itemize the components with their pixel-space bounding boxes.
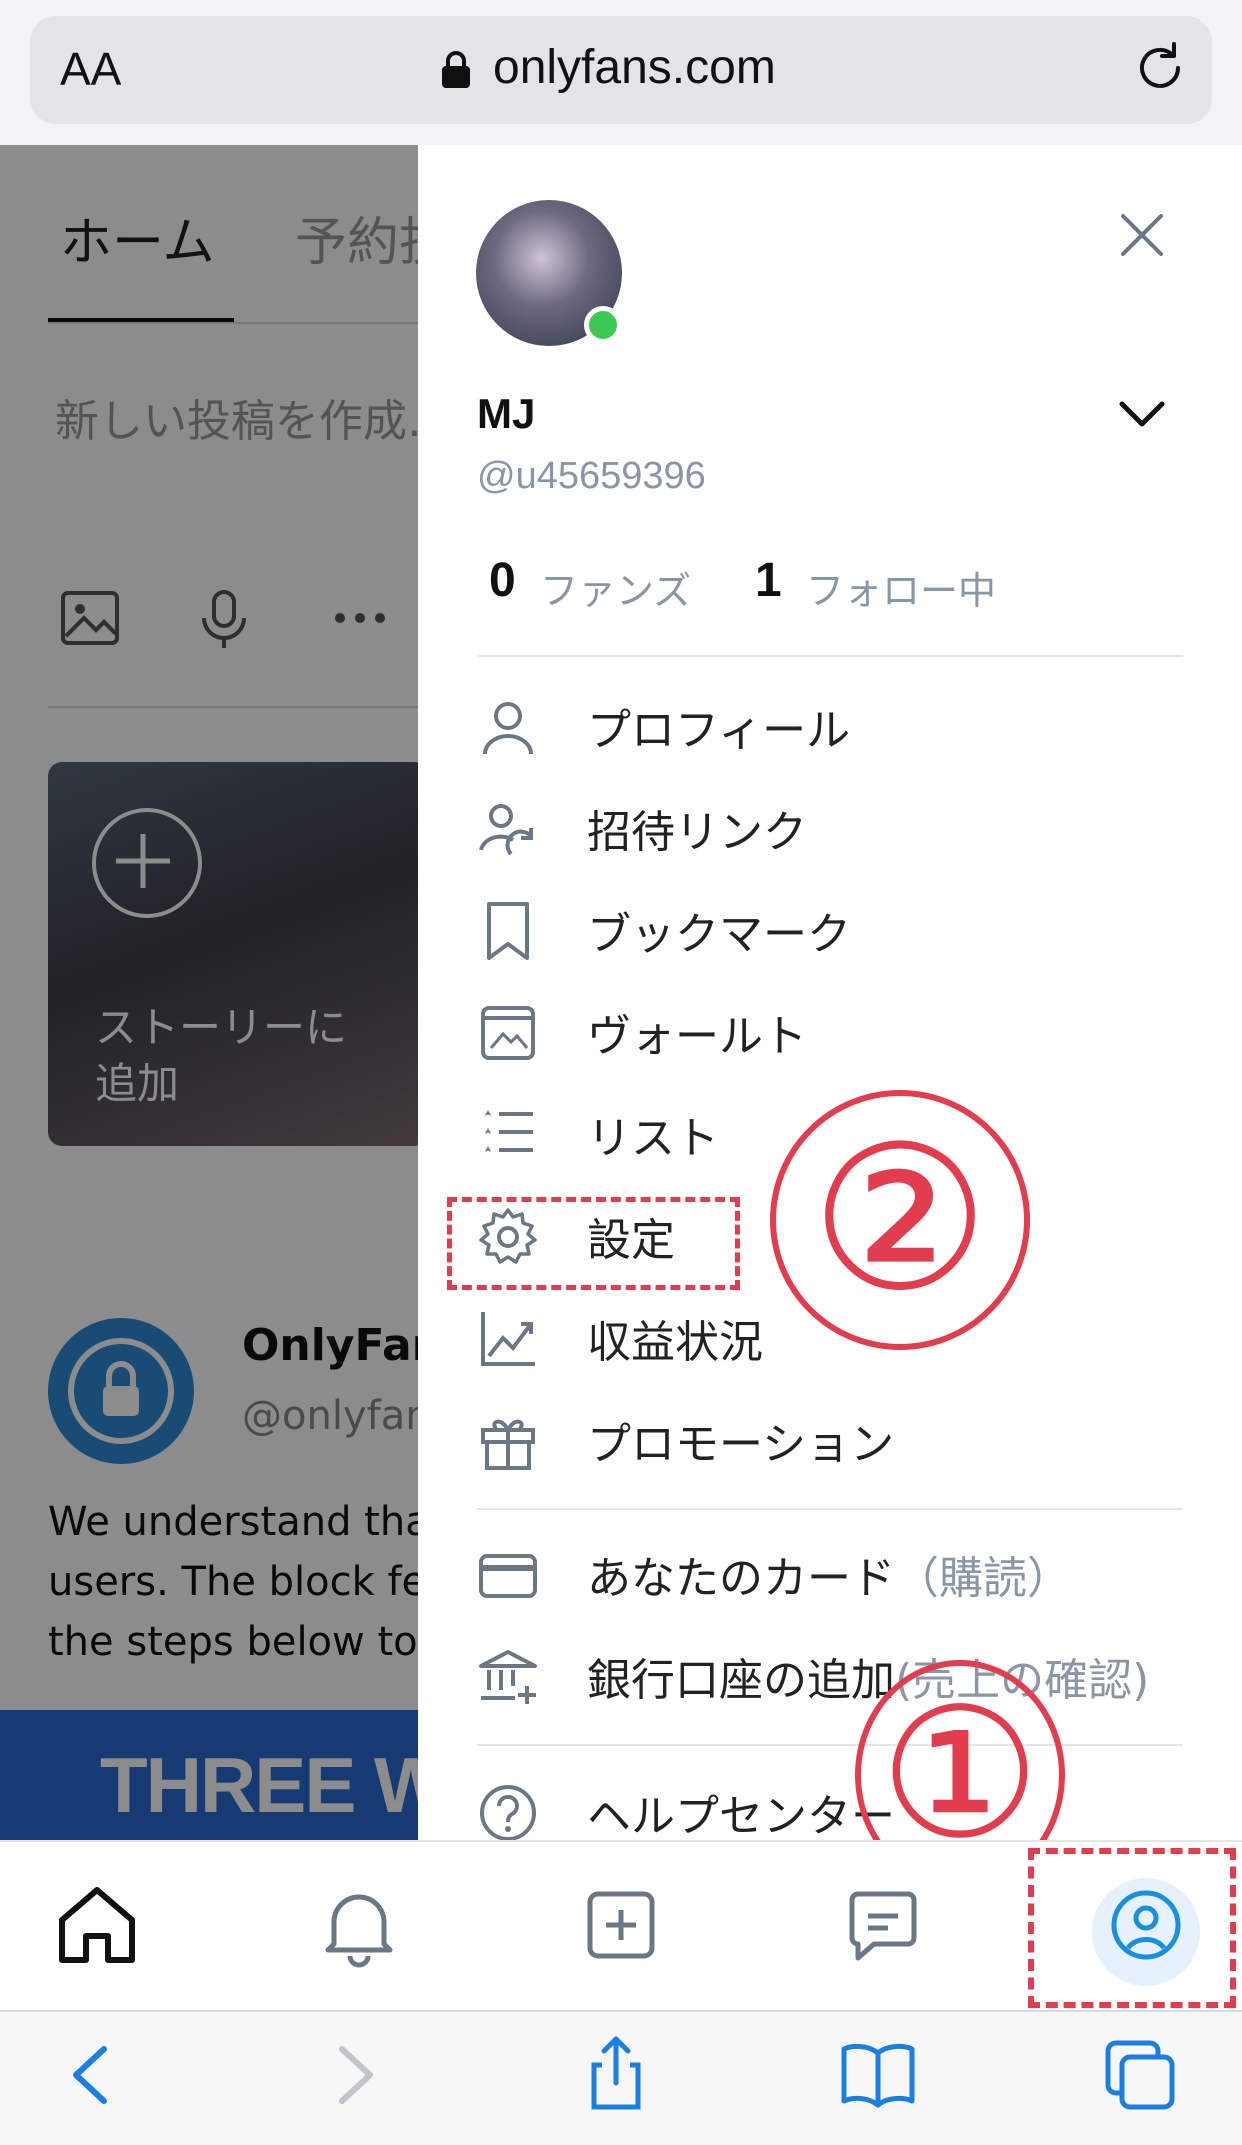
- bookmark-icon: [487, 902, 529, 960]
- back-icon[interactable]: [52, 2035, 132, 2115]
- menu-item-label: ヘルプセンター: [587, 1791, 895, 1842]
- forward-icon[interactable]: [314, 2035, 394, 2115]
- text-size-label: AA: [60, 43, 122, 95]
- bank-label: 銀行口座の追加: [587, 1655, 895, 1706]
- following-label[interactable]: フォロー中: [806, 560, 996, 615]
- annotation-box-settings: [447, 1197, 740, 1290]
- profile-name[interactable]: MJ: [477, 390, 535, 438]
- overlay-scrim[interactable]: [0, 145, 420, 1840]
- add-post-icon[interactable]: [576, 1880, 666, 1970]
- lock-icon: [442, 51, 470, 88]
- menu-item-invite-link[interactable]: 招待リンク: [477, 788, 1197, 868]
- menu-item-your-cards[interactable]: あなたのカード（購読）: [477, 1534, 1197, 1614]
- following-count[interactable]: 1: [755, 553, 782, 608]
- chart-icon: [481, 1312, 535, 1366]
- divider: [477, 1744, 1183, 1746]
- bank-icon: [479, 1650, 537, 1704]
- text-size-button[interactable]: AA: [60, 42, 121, 96]
- menu-item-label: リスト: [587, 1113, 719, 1164]
- menu-item-profile[interactable]: プロフィール: [477, 686, 1197, 766]
- annotation-number-2: ②: [810, 1108, 990, 1331]
- home-icon[interactable]: [52, 1880, 142, 1970]
- help-icon: [480, 1785, 536, 1841]
- annotation-box-profile-tab: [1028, 1848, 1236, 2008]
- gift-icon: [481, 1419, 535, 1470]
- menu-item-label: ヴォールト: [587, 1011, 807, 1062]
- menu-item-label: プロモーション: [587, 1419, 895, 1470]
- menu-item-label: 招待リンク: [587, 807, 807, 858]
- menu-item-label: ブックマーク: [587, 909, 851, 960]
- list-icon: [485, 1110, 533, 1152]
- divider: [477, 1508, 1183, 1510]
- card-sub-label: （購読）: [895, 1553, 1071, 1604]
- chevron-down-icon[interactable]: [1118, 400, 1166, 430]
- menu-item-add-bank[interactable]: 銀行口座の追加(売上の確認): [477, 1636, 1197, 1716]
- menu-item-vault[interactable]: ヴォールト: [477, 992, 1197, 1072]
- profile-handle: @u45659396: [477, 455, 706, 497]
- close-icon[interactable]: [1117, 210, 1167, 260]
- share-icon[interactable]: [576, 2035, 656, 2115]
- url-text[interactable]: onlyfans.com: [493, 40, 776, 95]
- messages-icon[interactable]: [838, 1880, 928, 1970]
- person-icon: [483, 702, 533, 755]
- menu-item-label: プロフィール: [587, 705, 851, 756]
- menu-item-bookmarks[interactable]: ブックマーク: [477, 890, 1197, 970]
- card-label: あなたのカード: [587, 1553, 895, 1604]
- invite-user-icon: [479, 804, 533, 856]
- menu-item-label: 収益状況: [587, 1317, 763, 1368]
- menu-item-promotions[interactable]: プロモーション: [477, 1400, 1197, 1480]
- card-icon: [479, 1554, 537, 1598]
- bell-icon[interactable]: [314, 1880, 404, 1970]
- online-status-dot: [584, 306, 622, 344]
- fans-count[interactable]: 0: [489, 553, 516, 608]
- menu-item-label: あなたのカード（購読）: [587, 1542, 1071, 1606]
- bookmarks-icon[interactable]: [838, 2035, 918, 2115]
- divider: [477, 655, 1183, 657]
- reload-icon[interactable]: [1130, 38, 1190, 98]
- fans-label[interactable]: ファンズ: [540, 560, 691, 615]
- tabs-icon[interactable]: [1100, 2035, 1180, 2115]
- vault-icon: [481, 1006, 535, 1060]
